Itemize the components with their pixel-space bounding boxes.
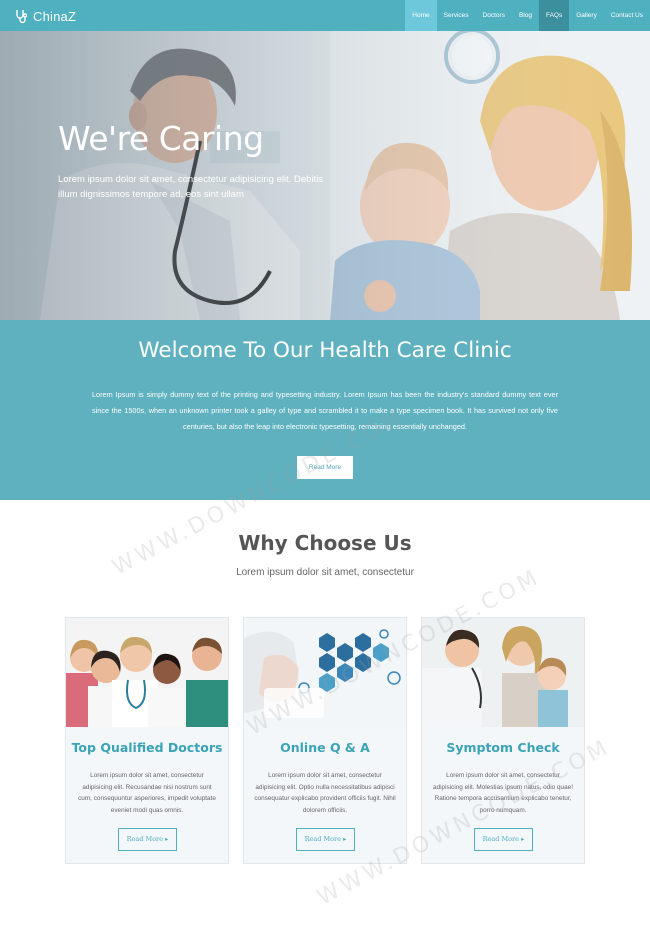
brand-logo[interactable]: ChinaZ xyxy=(14,6,76,26)
stethoscope-icon xyxy=(16,10,28,24)
welcome-text: Lorem Ipsum is simply dummy text of the … xyxy=(92,390,558,431)
why-title: Why Choose Us xyxy=(238,531,412,555)
card-title: Symptom Check xyxy=(446,740,560,755)
feature-card-online-qa: Online Q & A Lorem ipsum dolor sit amet,… xyxy=(243,617,407,864)
card-title: Online Q & A xyxy=(280,740,370,755)
card-text: Lorem ipsum dolor sit amet, consectetur … xyxy=(254,772,396,814)
nav-item-gallery[interactable]: Gallery xyxy=(569,0,604,31)
nav-item-services[interactable]: Services xyxy=(437,0,476,31)
nav-item-contact[interactable]: Contact Us xyxy=(604,0,650,31)
card-text: Lorem ipsum dolor sit amet, consectetur … xyxy=(78,772,216,814)
welcome-section: Welcome To Our Health Care Clinic Lorem … xyxy=(0,320,650,500)
card-text: Lorem ipsum dolor sit amet, consectetur … xyxy=(433,772,573,814)
nav-item-faqs[interactable]: FAQs xyxy=(538,0,570,31)
card-button-label: Read More xyxy=(482,835,520,843)
card-read-more-button[interactable]: Read More ▸ xyxy=(118,828,177,851)
card-button-label: Read More xyxy=(304,835,342,843)
nav-item-blog[interactable]: Blog xyxy=(512,0,539,31)
top-navbar: ChinaZ Home Services Doctors Blog FAQs G… xyxy=(0,0,650,31)
hero-subtitle: Lorem ipsum dolor sit amet, consectetur … xyxy=(58,174,324,200)
brand-name: ChinaZ xyxy=(33,8,77,24)
doctors-team-photo xyxy=(66,618,228,727)
hero-title: We're Caring xyxy=(58,119,264,158)
feature-card-doctors: Top Qualified Doctors Lorem ipsum dolor … xyxy=(65,617,229,864)
caret-right-icon: ▸ xyxy=(165,835,169,843)
card-button-label: Read More xyxy=(126,835,164,843)
card-read-more-button[interactable]: Read More ▸ xyxy=(474,828,533,851)
welcome-title: Welcome To Our Health Care Clinic xyxy=(138,338,512,363)
main-nav: Home Services Doctors Blog FAQs Gallery … xyxy=(405,0,650,31)
caret-right-icon: ▸ xyxy=(521,835,525,843)
nav-item-doctors[interactable]: Doctors xyxy=(476,0,512,31)
welcome-read-more-button[interactable]: Read More xyxy=(297,456,353,479)
card-read-more-button[interactable]: Read More ▸ xyxy=(296,828,355,851)
doctor-child-photo xyxy=(422,618,584,727)
card-title: Top Qualified Doctors xyxy=(71,740,223,755)
hero-banner: We're Caring Lorem ipsum dolor sit amet,… xyxy=(0,31,650,320)
medical-tech-photo xyxy=(244,618,406,727)
caret-right-icon: ▸ xyxy=(343,835,347,843)
nav-item-home[interactable]: Home xyxy=(405,0,437,31)
why-subtitle: Lorem ipsum dolor sit amet, consectetur xyxy=(236,567,414,578)
feature-card-symptom-check: Symptom Check Lorem ipsum dolor sit amet… xyxy=(421,617,585,864)
